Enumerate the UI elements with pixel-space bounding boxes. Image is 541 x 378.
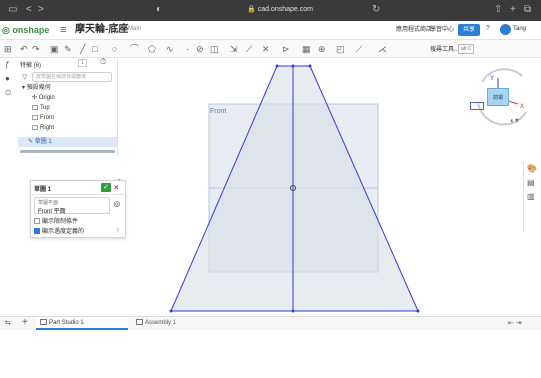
back-icon[interactable]: < <box>26 4 32 16</box>
document-title[interactable]: 摩天輪-底座 <box>75 23 128 37</box>
appearance-icon[interactable]: 🎨 <box>527 164 537 173</box>
onshape-window: ▭ < > ◐ 🔒 cad.onshape.com ↻ ⇧ + ⧉ ◎ onsh… <box>0 0 541 378</box>
sketch-point[interactable] <box>169 309 173 313</box>
graphics-viewport[interactable]: Front <box>0 58 523 316</box>
spline-tool-icon[interactable]: ∿ <box>166 43 174 55</box>
user-menu[interactable]: Tang <box>513 26 526 32</box>
reload-icon[interactable]: ↻ <box>372 4 380 16</box>
line-tool-icon[interactable]: ╱ <box>80 43 85 55</box>
cube-front-face[interactable]: 前視 <box>487 88 509 106</box>
sketch-edit-icon[interactable]: ✎ <box>64 43 72 55</box>
sketch-point[interactable] <box>416 309 420 313</box>
transform-tool-icon[interactable]: ⊕ <box>318 43 326 55</box>
redo-icon[interactable]: ↷ <box>32 43 40 55</box>
tab-manager-icon[interactable]: ⇆ <box>5 319 11 327</box>
app-store-link[interactable]: 應用程式商店 <box>396 26 432 35</box>
feature-list-icon[interactable]: ⊞ <box>4 43 12 55</box>
trim-tool-icon[interactable]: ⟋ <box>246 43 252 55</box>
sidebar-toggle-icon[interactable]: ▭ <box>8 4 17 16</box>
assembly-icon <box>136 319 143 326</box>
circle-tool-icon[interactable]: ○ <box>112 43 117 55</box>
tab-bar: ⇆ + Part Studio 1 Assembly 1 ⇤ ⇥ <box>0 316 541 330</box>
ortho-view-icon[interactable] <box>470 102 484 110</box>
view-cube[interactable]: Y X 前視 <box>470 62 536 130</box>
part-studio-icon <box>40 319 47 326</box>
help-icon[interactable]: ? <box>486 25 490 32</box>
logo-text: onshape <box>12 25 50 35</box>
polygon-tool-icon[interactable]: ⬠ <box>148 43 156 55</box>
privacy-icon[interactable]: ◐ <box>156 4 162 16</box>
extend-tool-icon[interactable]: ✕ <box>262 43 270 55</box>
constraint-tool-icon[interactable]: ⟋ <box>356 43 362 55</box>
undo-icon[interactable]: ↶ <box>20 43 28 55</box>
tab-part-studio[interactable]: Part Studio 1 <box>36 317 128 330</box>
sketch-point[interactable] <box>291 64 295 68</box>
x-axis-label: X <box>520 104 524 110</box>
tab-assembly[interactable]: Assembly 1 <box>132 317 212 330</box>
mass-properties-icon[interactable]: ▤ <box>527 178 535 187</box>
share-button[interactable]: 共享 <box>458 24 480 36</box>
tab-overview-icon[interactable]: ⧉ <box>524 4 531 16</box>
search-tools-input[interactable]: 搜尋工具... <box>430 44 459 53</box>
measure-icon[interactable]: ▥ <box>527 192 535 201</box>
dimension-tool-icon[interactable]: ◰ <box>336 43 345 55</box>
mirror-tool-icon[interactable]: ⊳ <box>282 43 290 55</box>
new-tab-icon[interactable]: + <box>510 4 516 16</box>
sketch-point[interactable] <box>308 64 312 68</box>
fillet-tool-icon[interactable]: ◫ <box>210 43 219 55</box>
display-mode-icon[interactable]: ◐▾ <box>510 116 519 125</box>
share-page-icon[interactable]: ⇧ <box>494 4 502 16</box>
pattern-tool-icon[interactable]: ▦ <box>302 43 311 55</box>
sketch-point[interactable] <box>275 64 279 68</box>
browser-bar: ▭ < > ◐ 🔒 cad.onshape.com ↻ ⇧ + ⧉ <box>0 0 541 21</box>
app-header: ◎ onshape ≡ 摩天輪-底座 Main 應用程式商店 學習中心 共享 ?… <box>0 21 541 40</box>
search-tools-shortcut: alt C <box>458 44 475 54</box>
forward-icon[interactable]: > <box>38 4 44 16</box>
url-text: cad.onshape.com <box>257 6 313 13</box>
y-axis-label: Y <box>490 76 494 82</box>
arc-tool-icon[interactable]: ⌒ <box>130 43 139 55</box>
address-bar[interactable]: 🔒 cad.onshape.com <box>230 3 330 17</box>
sketch-region[interactable] <box>171 66 418 311</box>
right-rail: 🎨 ▤ ▥ <box>523 162 541 232</box>
rectangle-tool-icon[interactable]: □ <box>92 43 97 55</box>
workspace-name[interactable]: Main <box>128 26 141 32</box>
front-plane-label: Front <box>210 108 226 115</box>
more-tools-icon[interactable]: ⋌ <box>378 43 387 55</box>
feature-toolbar: ⊞ ↶ ↷ ▣ ✎ ╱ □ ○ ⌒ ⬠ ∿ · ⊘ ◫ ⇲ ⟋ ✕ ⊳ ▦ ⊕ … <box>0 40 541 58</box>
scroll-tabs-icon[interactable]: ⇤ ⇥ <box>508 319 522 327</box>
hamburger-menu-icon[interactable]: ≡ <box>60 23 66 37</box>
point-tool-icon[interactable]: · <box>186 43 189 55</box>
avatar[interactable] <box>500 24 511 35</box>
add-tab-button[interactable]: + <box>22 317 28 329</box>
construction-tool-icon[interactable]: ⊘ <box>196 43 204 55</box>
offset-tool-icon[interactable]: ⇲ <box>230 43 238 55</box>
learning-center-link[interactable]: 學習中心 <box>430 26 454 35</box>
sketch-tool-icon[interactable]: ▣ <box>50 43 59 55</box>
sketch-point[interactable] <box>291 309 295 313</box>
onshape-logo[interactable]: ◎ onshape <box>2 24 49 36</box>
